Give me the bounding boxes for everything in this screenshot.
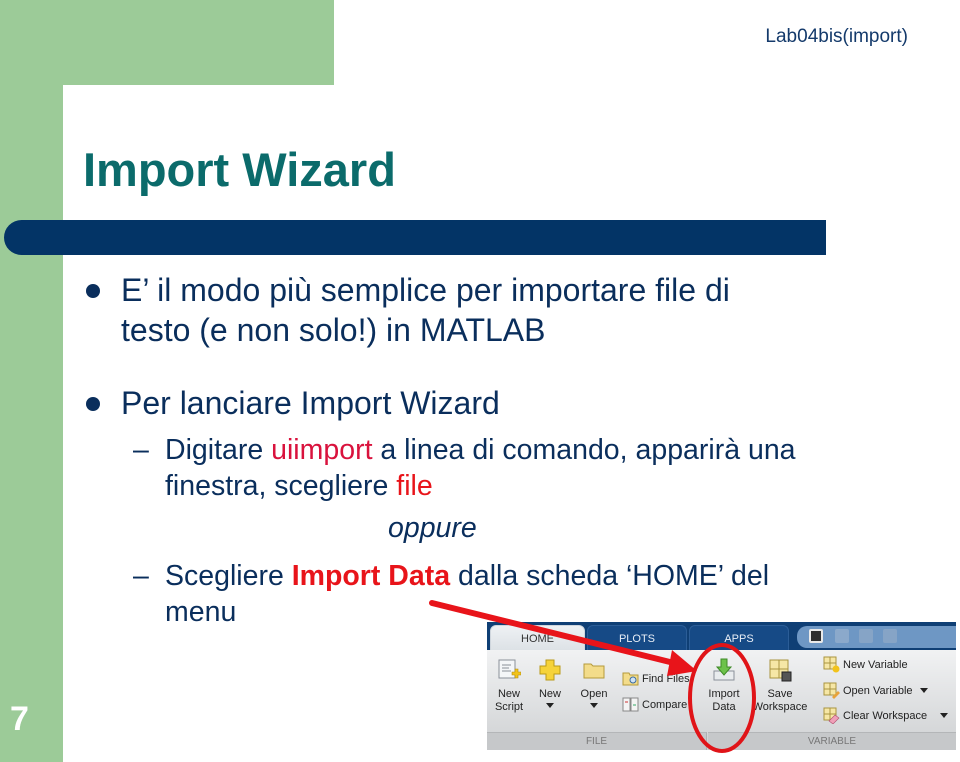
bullet-dot-icon xyxy=(86,284,100,298)
chevron-down-icon[interactable] xyxy=(919,688,928,693)
new-label: New xyxy=(538,688,561,700)
ribbon-tabs: HOME PLOTS APPS xyxy=(487,622,956,651)
chevron-down-icon xyxy=(546,703,554,708)
compare-button[interactable]: Compare xyxy=(622,696,687,713)
highlight-file: file xyxy=(396,470,433,502)
highlight-import-data: Import Data xyxy=(291,560,451,592)
quick-access-toolbar xyxy=(797,626,956,648)
find-files-label: Find Files xyxy=(642,672,690,685)
find-files-icon xyxy=(622,672,639,686)
tab-plots[interactable]: PLOTS xyxy=(587,625,687,651)
new-variable-label: New Variable xyxy=(843,658,908,671)
sub-text: menu xyxy=(165,596,237,628)
open-label: Open xyxy=(580,688,608,700)
new-script-label: Script xyxy=(494,701,524,713)
sub-text: dalla scheda ‘HOME’ del xyxy=(450,560,770,592)
save-workspace-label: Workspace xyxy=(752,701,808,713)
folder-icon xyxy=(583,663,605,679)
title-underline-bar xyxy=(4,220,826,255)
compare-icon xyxy=(622,697,639,712)
ribbon-panel: New Script New Open Find Files Compare I… xyxy=(487,650,956,750)
new-variable-icon xyxy=(823,656,840,673)
clear-workspace-button[interactable]: Clear Workspace xyxy=(823,707,949,724)
import-data-label: Data xyxy=(712,701,736,713)
bullet-text: Per lanciare Import Wizard xyxy=(121,385,500,421)
sub-text: Scegliere xyxy=(165,560,292,592)
sub-text: Digitare xyxy=(165,434,272,466)
import-data-button[interactable]: Import Data xyxy=(705,658,743,714)
save-workspace-button[interactable]: Save Workspace xyxy=(749,658,811,714)
new-button[interactable]: New xyxy=(533,658,567,708)
header-tag: Lab04bis(import) xyxy=(765,26,908,47)
open-variable-label: Open Variable xyxy=(843,684,913,697)
import-data-icon xyxy=(713,658,735,681)
open-variable-icon xyxy=(823,682,840,699)
variable-group-label: VARIABLE xyxy=(708,732,956,750)
bullet-text: testo (e non solo!) in MATLAB xyxy=(121,312,546,348)
command-uiimport: uiimport xyxy=(271,434,373,466)
tab-apps[interactable]: APPS xyxy=(689,625,789,651)
new-script-button[interactable]: New Script xyxy=(491,658,527,714)
save-workspace-icon xyxy=(769,659,792,682)
open-button[interactable]: Open xyxy=(577,658,611,708)
new-variable-button[interactable]: New Variable xyxy=(823,656,908,673)
bullet-dot-icon xyxy=(86,397,100,411)
tab-home[interactable]: HOME xyxy=(490,625,585,651)
clear-workspace-label: Clear Workspace xyxy=(843,709,928,722)
bullet-text: E’ il modo più semplice per importare fi… xyxy=(121,272,730,308)
cut-icon[interactable] xyxy=(859,629,873,643)
new-script-icon xyxy=(498,659,521,679)
chevron-down-icon xyxy=(590,703,598,708)
dash-marker: – xyxy=(133,434,149,466)
slide-number: 7 xyxy=(10,700,29,738)
compare-label: Compare xyxy=(642,698,688,711)
slide-title: Import Wizard xyxy=(83,143,396,196)
open-variable-button[interactable]: Open Variable xyxy=(823,682,928,699)
save-workspace-label: Save xyxy=(767,688,793,700)
copy-icon[interactable] xyxy=(883,629,897,643)
chevron-down-icon[interactable] xyxy=(940,713,949,718)
sub-text: a linea di comando, apparirà una xyxy=(372,434,796,466)
file-group-label: FILE xyxy=(487,732,707,750)
plus-icon xyxy=(539,659,561,681)
save-icon[interactable] xyxy=(835,629,849,643)
clear-workspace-icon xyxy=(823,707,840,724)
matlab-ribbon: HOME PLOTS APPS New Script New Open Find… xyxy=(487,622,956,750)
dash-marker: – xyxy=(133,560,149,592)
new-script-label: New xyxy=(497,688,520,700)
sub-text: finestra, scegliere xyxy=(165,470,397,502)
find-files-button[interactable]: Find Files xyxy=(622,670,690,687)
import-data-label: Import xyxy=(708,688,740,700)
decor-green-side xyxy=(0,0,63,762)
shortcut-icon[interactable] xyxy=(809,629,823,643)
oppure-text: oppure xyxy=(388,512,477,544)
